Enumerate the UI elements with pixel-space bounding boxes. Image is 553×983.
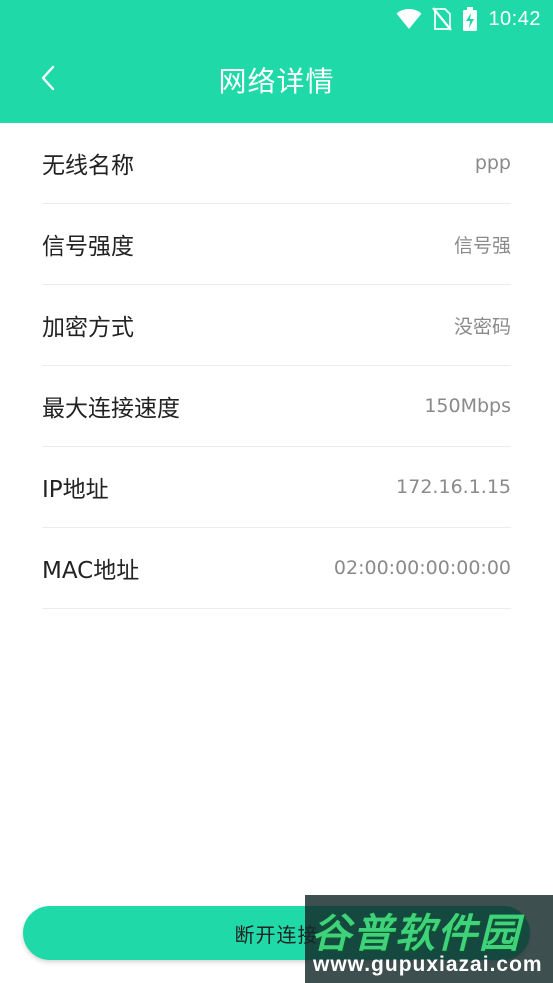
detail-value: 172.16.1.15 [396,476,511,498]
no-sim-icon [432,7,453,31]
screen: 10:42 网络详情 无线名称 ppp 信号强度 信号强 加密方式 没密码 最大… [0,0,553,983]
top-bar: 10:42 网络详情 [0,0,553,123]
detail-label: 加密方式 [42,315,134,341]
detail-label: IP地址 [42,477,109,503]
detail-row-mac-address: MAC地址 02:00:00:00:00:00 [42,528,511,609]
detail-row-encryption: 加密方式 没密码 [42,285,511,366]
watermark-title: 谷普软件园 [311,911,521,957]
network-details-list: 无线名称 ppp 信号强度 信号强 加密方式 没密码 最大连接速度 150Mbp… [42,123,511,609]
detail-label: 信号强度 [42,234,134,260]
detail-value: 信号强 [453,234,511,257]
status-icons: 10:42 [396,6,541,32]
watermark: 谷普软件园 www.gupuxiazai.com [305,895,553,983]
detail-label: 最大连接速度 [42,396,180,422]
app-bar: 网络详情 [0,38,553,123]
status-time: 10:42 [488,7,541,30]
detail-label: MAC地址 [42,558,140,584]
detail-row-signal-strength: 信号强度 信号强 [42,204,511,285]
page-title: 网络详情 [218,65,335,98]
watermark-url: www.gupuxiazai.com [313,953,543,976]
detail-value: 02:00:00:00:00:00 [333,557,511,579]
detail-row-max-speed: 最大连接速度 150Mbps [42,366,511,447]
detail-value: 150Mbps [424,395,511,417]
detail-value: ppp [474,152,511,174]
battery-charging-icon [462,7,478,31]
detail-label: 无线名称 [42,153,134,179]
detail-row-ip-address: IP地址 172.16.1.15 [42,447,511,528]
detail-value: 没密码 [453,315,511,338]
wifi-icon [396,8,422,30]
status-bar: 10:42 [0,0,553,38]
detail-row-wifi-name: 无线名称 ppp [42,123,511,204]
